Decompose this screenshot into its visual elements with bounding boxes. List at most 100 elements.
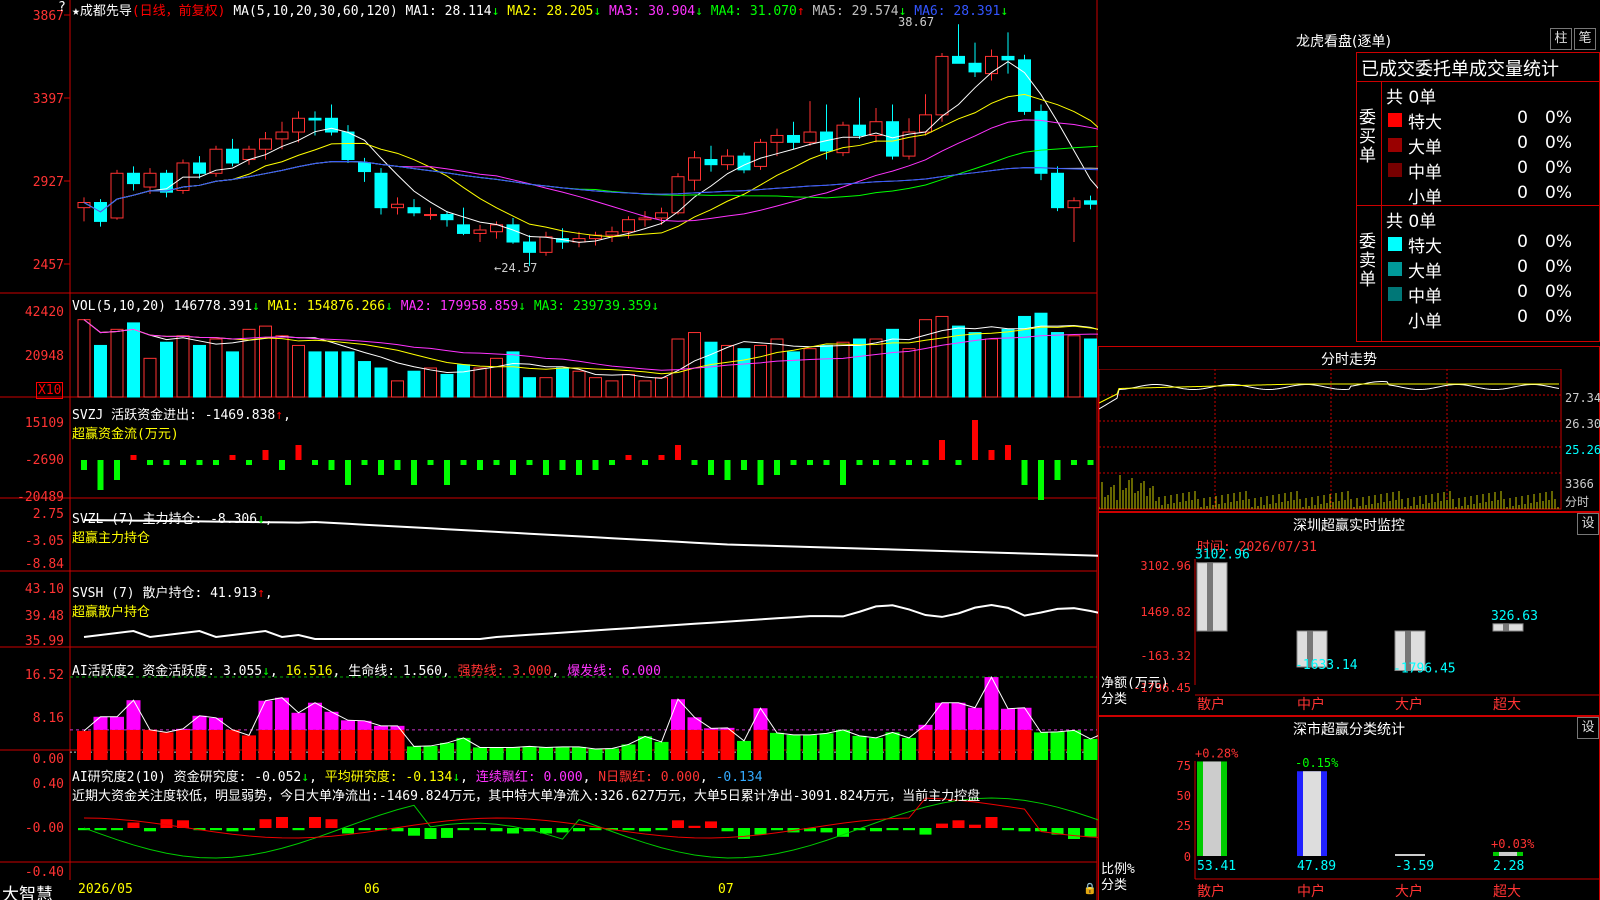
- activity-bar-base: [1050, 731, 1065, 760]
- activity-bar-base: [192, 729, 207, 760]
- row-name: 特大: [1408, 113, 1442, 133]
- ai1-label: AI活跃度2 资金活跃度: 3.055: [72, 664, 263, 679]
- volume-bar: [803, 348, 817, 398]
- ai1-v2: 16.516: [285, 664, 333, 679]
- candle-body: [803, 131, 817, 143]
- activity-bar: [836, 729, 850, 760]
- activity-bar: [357, 720, 372, 760]
- classify-chart: 75 50 25 0 比例%分类 +0.28% 53.41 散户 -0.15% 47.89 中户 -3…: [1101, 746, 1599, 900]
- period-label: (日线，前复权): [131, 4, 226, 19]
- main-chart-area[interactable]: 386733972927245738.67←24.574242020948151…: [0, 0, 1098, 900]
- color-swatch: [1388, 113, 1402, 127]
- activity-bar: [209, 717, 223, 760]
- flow-bar: [229, 455, 236, 460]
- lock-icon[interactable]: 🔒: [1083, 882, 1097, 895]
- research-bar: [870, 828, 882, 832]
- activity-bar-base: [242, 735, 256, 760]
- research-bar: [160, 819, 173, 828]
- activity-bar-base: [522, 746, 537, 760]
- activity-bar: [93, 716, 108, 760]
- candle: [770, 128, 784, 157]
- candle-body: [770, 134, 784, 143]
- monitor-category: 大户: [1395, 696, 1423, 713]
- flow-bar: [873, 460, 879, 465]
- bar-mode-button[interactable]: 柱: [1550, 28, 1572, 50]
- question-icon[interactable]: ?: [58, 0, 66, 15]
- volume-bar: [770, 338, 784, 398]
- row-count: 0: [1517, 307, 1528, 327]
- activity-bar: [506, 747, 520, 760]
- activity-bar-base: [1001, 729, 1015, 760]
- activity-bar-base: [852, 735, 867, 760]
- svzj-arrow: ↑: [275, 408, 284, 423]
- flow-bar: [196, 460, 203, 465]
- activity-bar-base: [225, 729, 240, 760]
- candle-body: [787, 134, 800, 143]
- ai2-arrow: ↓: [301, 770, 310, 785]
- ai1-axis-label: 0.00: [33, 752, 64, 767]
- volume-bar: [94, 344, 107, 398]
- volume-bar: [374, 367, 388, 398]
- classify-ylabel: 比例%: [1101, 862, 1135, 877]
- intraday-panel[interactable]: 分时走势 27.34 26.30 25.26 3366 分时: [1098, 346, 1600, 512]
- activity-bar: [159, 732, 174, 760]
- flow-bar: [840, 460, 846, 485]
- candle-body: [110, 172, 124, 219]
- flow-bar: [691, 460, 698, 465]
- svzl-sub: 超赢主力持仓: [72, 531, 151, 546]
- candle-body: [358, 162, 371, 173]
- classify-value: 47.89: [1297, 859, 1336, 874]
- color-swatch: [1388, 262, 1402, 276]
- monitor-panel: 深圳超赢实时监控 设 3102.96 1469.82 -163.32 -1796.45…: [1098, 512, 1600, 716]
- volume-bar: [985, 338, 998, 398]
- flow-bar: [939, 440, 945, 460]
- candle-body: [1018, 59, 1031, 112]
- activity-bar-base: [869, 737, 883, 760]
- tick-mode-button[interactable]: 笔: [1574, 28, 1596, 50]
- flow-bar: [378, 460, 384, 475]
- candle: [1067, 197, 1081, 243]
- candle: [1034, 104, 1048, 181]
- sell-side-label: 委卖单: [1359, 232, 1376, 290]
- ai1-v4: 强势线: 3.000: [457, 664, 552, 679]
- activity-bar-base: [77, 730, 91, 760]
- classify-bar: [1395, 854, 1425, 856]
- monitor-settings-button[interactable]: 设: [1577, 513, 1599, 535]
- research-bar: [1018, 828, 1031, 832]
- activity-bar-top: [341, 720, 355, 730]
- volume-bar: [737, 348, 751, 398]
- research-bar: [474, 828, 486, 831]
- svzl-axis-label: -3.05: [25, 534, 64, 549]
- flow-bar: [246, 460, 252, 465]
- vol-ma2-arrow: ↓: [518, 299, 526, 314]
- volume-bar: [506, 351, 520, 398]
- candle: [836, 121, 850, 157]
- activity-bar: [984, 677, 999, 760]
- candle: [1051, 166, 1064, 212]
- candle: [407, 199, 421, 217]
- volume-bar: [523, 377, 536, 398]
- ai1-header: AI活跃度2 资金活跃度: 3.055↓, 16.516, 生命线: 1.560…: [72, 664, 661, 679]
- svzl-axis-label: 2.75: [33, 507, 64, 522]
- volume-bar: [952, 325, 965, 398]
- activity-bar-base: [786, 734, 801, 760]
- monitor-bar-label: -1796.45: [1393, 662, 1456, 677]
- flow-bar: [279, 460, 285, 470]
- classify-settings-button[interactable]: 设: [1577, 717, 1599, 739]
- flow-bar: [328, 460, 335, 470]
- research-bar: [94, 828, 107, 831]
- research-bar: [424, 828, 437, 839]
- research-bar: [342, 828, 354, 834]
- classify-axis-label: 50: [1177, 789, 1191, 803]
- flow-bar: [345, 460, 351, 485]
- intraday-chart[interactable]: [1099, 369, 1599, 511]
- candle: [886, 104, 899, 160]
- flow-bar: [1071, 460, 1077, 465]
- vol-ma1-arrow: ↓: [385, 299, 393, 314]
- activity-bar: [968, 707, 982, 760]
- research-bar: [1002, 828, 1014, 831]
- activity-bar: [275, 697, 289, 760]
- row-count: 0: [1517, 183, 1528, 203]
- star-icon[interactable]: ★: [72, 4, 80, 19]
- classify-value: -3.59: [1395, 859, 1434, 874]
